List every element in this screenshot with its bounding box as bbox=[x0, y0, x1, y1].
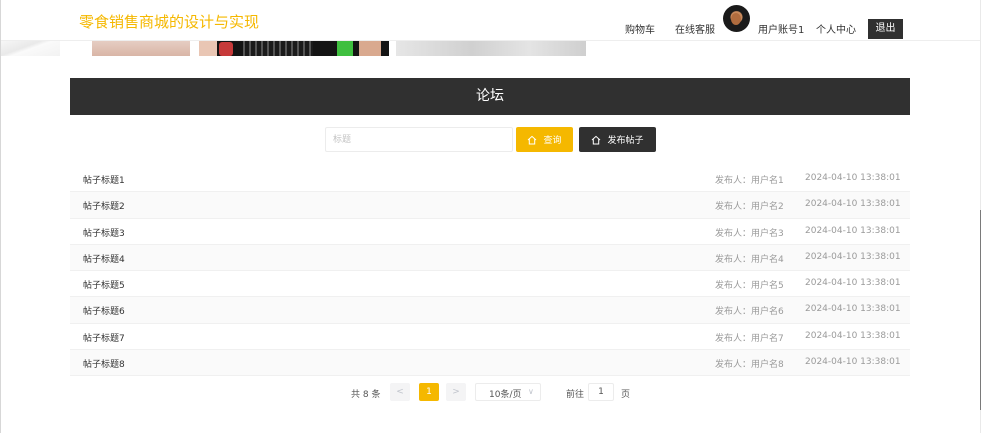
post-title[interactable]: 帖子标题7 bbox=[83, 331, 125, 344]
publish-post-label: 发布帖子 bbox=[607, 136, 644, 146]
post-time: 2024-04-10 13:38:01 bbox=[805, 225, 901, 236]
nav-profile[interactable]: 个人中心 bbox=[816, 21, 856, 36]
post-time: 2024-04-10 13:38:01 bbox=[805, 251, 901, 262]
goto-page-input[interactable] bbox=[588, 383, 614, 401]
post-author: 发布人：用户名1 bbox=[715, 176, 784, 186]
window-edge-left bbox=[0, 0, 1, 433]
page-title: 论坛 bbox=[70, 78, 910, 115]
post-row[interactable]: 帖子标题1 发布人：用户名1 2024-04-10 13:38:01 bbox=[70, 166, 910, 193]
post-author: 发布人：用户名8 bbox=[715, 360, 784, 371]
site-logo[interactable]: 零食销售商城的设计与实现 bbox=[79, 11, 259, 32]
next-page-button[interactable]: > bbox=[446, 383, 466, 401]
post-row[interactable]: 帖子标题7 发布人：用户名7 2024-04-10 13:38:01 bbox=[70, 324, 910, 351]
post-row[interactable]: 帖子标题6 发布人：用户名6 2024-04-10 13:38:01 bbox=[70, 297, 910, 324]
post-time: 2024-04-10 13:38:01 bbox=[805, 330, 901, 341]
post-title[interactable]: 帖子标题8 bbox=[83, 357, 125, 370]
page-size-select[interactable]: 10条/页 ∨ bbox=[475, 383, 541, 401]
post-title[interactable]: 帖子标题3 bbox=[83, 226, 125, 239]
nav-cart[interactable]: 购物车 bbox=[625, 21, 655, 36]
post-row[interactable]: 帖子标题8 发布人：用户名8 2024-04-10 13:38:01 bbox=[70, 350, 910, 377]
pagination-total: 共 8 条 bbox=[351, 390, 381, 400]
post-author: 发布人：用户名6 bbox=[715, 307, 784, 318]
post-author: 发布人：用户名3 bbox=[715, 228, 784, 239]
title-search-input[interactable] bbox=[325, 127, 513, 152]
post-time: 2024-04-10 13:38:01 bbox=[805, 357, 901, 368]
post-row[interactable]: 帖子标题4 发布人：用户名4 2024-04-10 13:38:01 bbox=[70, 244, 910, 272]
page-size-value: 10条/页 bbox=[489, 390, 522, 400]
logout-button[interactable]: 退出 bbox=[868, 19, 903, 39]
post-title[interactable]: 帖子标题2 bbox=[83, 199, 125, 212]
post-row[interactable]: 帖子标题3 发布人：用户名3 2024-04-10 13:38:01 bbox=[70, 219, 910, 245]
post-time: 2024-04-10 13:38:01 bbox=[805, 199, 901, 210]
chevron-down-icon: ∨ bbox=[528, 387, 534, 396]
post-title[interactable]: 帖子标题4 bbox=[83, 252, 125, 265]
prev-page-button[interactable]: < bbox=[390, 383, 410, 401]
publish-post-button[interactable]: 发布帖子 bbox=[579, 127, 656, 152]
post-author: 发布人：用户名7 bbox=[715, 333, 784, 344]
user-avatar[interactable] bbox=[723, 5, 750, 32]
goto-label: 前往 bbox=[566, 390, 585, 400]
home-icon bbox=[528, 135, 537, 144]
forum-page: 零食销售商城的设计与实现 购物车 在线客服 用户账号1 个人中心 退出 论坛 查… bbox=[0, 0, 981, 433]
post-title[interactable]: 帖子标题1 bbox=[83, 173, 125, 186]
post-title[interactable]: 帖子标题6 bbox=[83, 304, 125, 317]
post-row[interactable]: 帖子标题5 发布人：用户名5 2024-04-10 13:38:01 bbox=[70, 271, 910, 298]
top-header: 零食销售商城的设计与实现 购物车 在线客服 用户账号1 个人中心 退出 bbox=[0, 0, 981, 41]
page-unit-label: 页 bbox=[621, 390, 631, 400]
post-time: 2024-04-10 13:38:01 bbox=[805, 304, 901, 315]
nav-online-service[interactable]: 在线客服 bbox=[675, 21, 715, 36]
post-title[interactable]: 帖子标题5 bbox=[83, 278, 125, 291]
post-author: 发布人：用户名2 bbox=[715, 202, 784, 213]
post-author: 发布人：用户名5 bbox=[715, 281, 784, 292]
nav-username[interactable]: 用户账号1 bbox=[758, 21, 804, 36]
query-button-label: 查询 bbox=[543, 136, 562, 146]
post-row[interactable]: 帖子标题2 发布人：用户名2 2024-04-10 13:38:01 bbox=[70, 192, 910, 219]
query-button[interactable]: 查询 bbox=[516, 127, 573, 152]
home-icon bbox=[592, 135, 601, 144]
post-author: 发布人：用户名4 bbox=[715, 254, 784, 265]
post-time: 2024-04-10 13:38:01 bbox=[805, 278, 901, 289]
post-time: 2024-04-10 13:38:01 bbox=[805, 173, 901, 183]
post-list: 帖子标题1 发布人：用户名1 2024-04-10 13:38:01 帖子标题2… bbox=[70, 166, 910, 377]
page-number-current[interactable]: 1 bbox=[419, 383, 439, 401]
